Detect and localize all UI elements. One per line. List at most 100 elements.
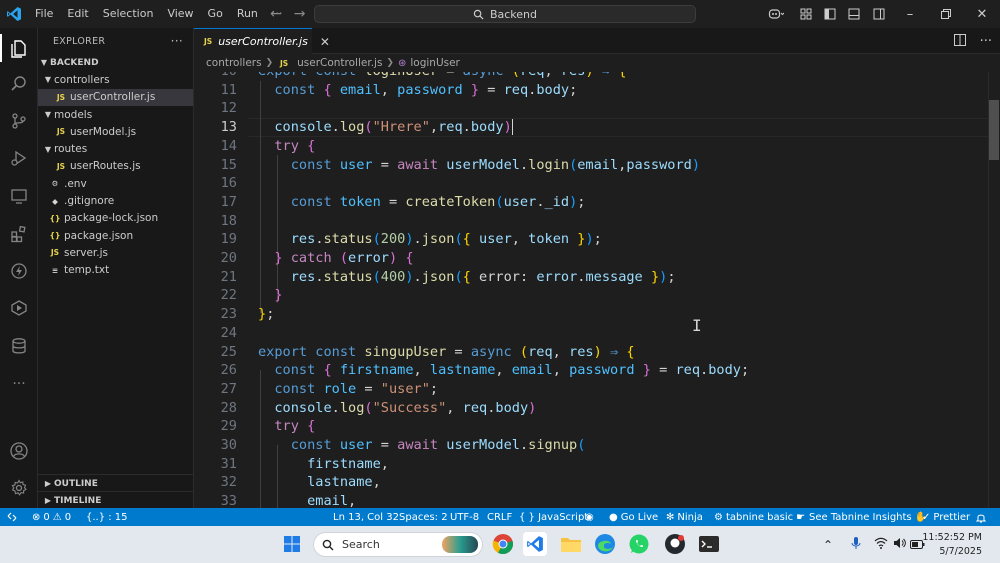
toggle-panel-icon[interactable] [842, 0, 866, 28]
close-window-icon[interactable]: ✕ [964, 0, 1000, 28]
outline-section[interactable]: ▶ OUTLINE [38, 474, 194, 492]
menu-item-file[interactable]: File [28, 0, 60, 28]
folder-item[interactable]: ▼ routes [38, 140, 193, 157]
taskbar-clock[interactable]: 11:52:52 PM 5/7/2025 [922, 531, 982, 559]
restore-icon[interactable] [928, 0, 964, 28]
volume-icon[interactable] [890, 537, 908, 552]
more-views-icon[interactable]: ··· [0, 366, 38, 402]
explorer-more-actions[interactable]: ··· [171, 34, 183, 48]
explorer-icon[interactable] [0, 30, 38, 66]
split-editor-icon[interactable] [953, 33, 966, 49]
github-desktop-icon[interactable] [663, 532, 687, 556]
eol-indicator[interactable]: CRLF [487, 508, 512, 526]
ninja-indicator[interactable]: ✻ Ninja [666, 508, 703, 526]
extensions-icon[interactable] [0, 216, 38, 252]
more-actions-icon[interactable]: ··· [980, 34, 992, 49]
selection-indicator[interactable]: {..} : 15 [86, 508, 128, 526]
language-mode[interactable]: { } JavaScript [519, 508, 588, 526]
database-icon[interactable] [0, 328, 38, 364]
timeline-section[interactable]: ▶ TIMELINE [38, 491, 194, 509]
cursor-position[interactable]: Ln 13, Col 32 [333, 508, 399, 526]
code-editor[interactable]: 10export const loginUser = async (req, r… [194, 72, 1000, 508]
forward-arrow-icon[interactable]: → [294, 6, 306, 22]
tree-item-label: .env [64, 177, 87, 190]
back-arrow-icon[interactable]: ← [270, 6, 282, 22]
menu-item-edit[interactable]: Edit [60, 0, 95, 28]
code-line: 21 res.status(400).json({ error: error.m… [220, 268, 676, 285]
error-count: 0 [43, 511, 50, 523]
workspace-root[interactable]: ▼ BACKEND [38, 54, 193, 71]
bolt-extension-icon[interactable] [0, 290, 38, 326]
menu-item-view[interactable]: View [160, 0, 200, 28]
toggle-primary-sidebar-icon[interactable] [818, 0, 842, 28]
file-item[interactable]: {} package.json [38, 227, 193, 244]
microphone-icon[interactable] [844, 536, 868, 553]
code-line: 24 [220, 324, 237, 341]
command-center-search[interactable]: Backend [314, 5, 696, 23]
command-center-label: Backend [489, 7, 538, 21]
copilot-status-icon[interactable]: ◉ [585, 508, 594, 526]
file-item[interactable]: ≡ temp.txt [38, 262, 193, 279]
windows-start-icon[interactable] [280, 532, 304, 556]
whatsapp-icon[interactable] [627, 532, 651, 556]
file-explorer-icon[interactable] [559, 532, 583, 556]
indentation-indicator[interactable]: Spaces: 2 [399, 508, 448, 526]
file-item[interactable]: {} package-lock.json [38, 210, 193, 227]
file-item[interactable]: JS userModel.js [38, 123, 193, 140]
customize-layout-icon[interactable] [794, 0, 818, 28]
chrome-icon[interactable] [491, 532, 515, 556]
code-line: 10export const loginUser = async (req, r… [194, 72, 1000, 81]
minimize-icon[interactable]: – [892, 0, 928, 28]
menu-item-run[interactable]: Run [230, 0, 265, 28]
edge-icon[interactable] [593, 532, 617, 556]
insights-label: See Tabnine Insights [809, 511, 912, 523]
js-file-icon: JS [50, 248, 60, 258]
settings-gear-icon[interactable] [0, 470, 38, 506]
close-tab-icon[interactable]: ✕ [320, 35, 330, 49]
menu-item-go[interactable]: Go [201, 0, 230, 28]
editor-scrollbar[interactable] [988, 72, 1000, 508]
search-placeholder: Search [342, 538, 380, 551]
file-item[interactable]: JS userController.js [38, 88, 193, 106]
copilot-icon[interactable] [758, 0, 794, 28]
js-file-icon: JS [56, 127, 66, 137]
breadcrumb-folder[interactable]: controllers [206, 57, 262, 69]
vscode-taskbar-icon[interactable] [523, 532, 547, 556]
terminal-icon[interactable] [697, 532, 721, 556]
scrollbar-thumb[interactable] [989, 100, 999, 160]
encoding-indicator[interactable]: UTF-8 [450, 508, 479, 526]
prettier-indicator[interactable]: ✓ Prettier [922, 508, 970, 526]
tab-usercontroller[interactable]: JS userController.js ✕ [194, 28, 330, 54]
account-icon[interactable] [0, 433, 38, 469]
run-debug-icon[interactable] [0, 140, 38, 176]
tabnine-insights-link[interactable]: See Tabnine Insights ✋ [809, 508, 927, 526]
code-line: 14 try { [220, 137, 316, 154]
code-line: 26 const { firstname, lastname, email, p… [220, 362, 750, 379]
toggle-secondary-sidebar-icon[interactable] [866, 0, 892, 28]
file-item[interactable]: ◆ .gitignore [38, 192, 193, 209]
problems-indicator[interactable]: ⊗ 0 ⚠ 0 [32, 508, 71, 526]
tree-item-label: userRoutes.js [70, 160, 141, 173]
remote-indicator-icon[interactable] [0, 508, 24, 526]
breadcrumb-file[interactable]: userController.js [297, 57, 382, 69]
chevron-up-icon[interactable]: ⌃ [818, 538, 838, 552]
notifications-bell-icon[interactable] [976, 508, 986, 526]
folder-item[interactable]: ▼ models [38, 106, 193, 123]
menu-item-selection[interactable]: Selection [96, 0, 161, 28]
search-view-icon[interactable] [0, 66, 38, 102]
file-item[interactable]: JS userRoutes.js [38, 158, 193, 175]
editor-tab-bar: JS userController.js ✕ ··· [194, 28, 1000, 54]
breadcrumb-symbol[interactable]: loginUser [410, 57, 460, 69]
remote-explorer-icon[interactable] [0, 178, 38, 214]
tabnine-indicator[interactable]: ⚙ tabnine basic ☛ [714, 508, 805, 526]
folder-item[interactable]: ▼ controllers [38, 71, 193, 88]
go-live-button[interactable]: ● Go Live [609, 508, 658, 526]
file-item[interactable]: JS server.js [38, 244, 193, 261]
taskbar-search-input[interactable]: Search [313, 532, 483, 557]
source-control-icon[interactable] [0, 103, 38, 139]
json-file-icon: {} [49, 213, 61, 223]
wifi-icon[interactable] [872, 537, 890, 552]
lightning-icon[interactable] [0, 253, 38, 289]
file-item[interactable]: ⚙ .env [38, 175, 193, 192]
search-highlight-image [442, 536, 478, 553]
